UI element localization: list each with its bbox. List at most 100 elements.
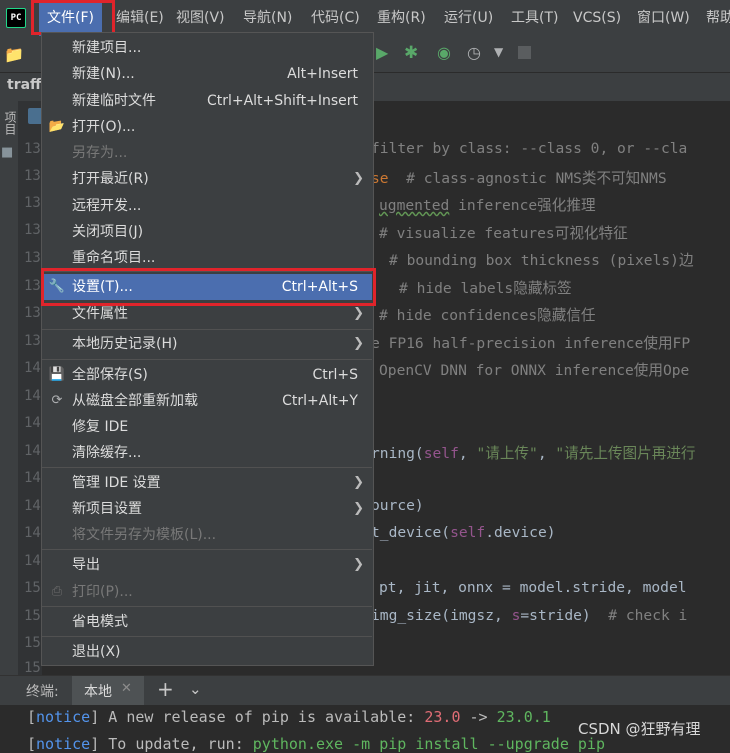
menu-item-label: 省电模式 bbox=[72, 614, 128, 630]
menu-item-reload-all[interactable]: ⟳ 从磁盘全部重新加载 Ctrl+Alt+Y bbox=[42, 388, 372, 414]
code-token: "请上传" bbox=[476, 445, 538, 462]
menu-vcs[interactable]: VCS(S) bbox=[573, 0, 621, 36]
menu-item-label: 退出(X) bbox=[72, 644, 121, 660]
open-folder-icon[interactable]: 📁 bbox=[4, 45, 24, 64]
menu-item-label: 文件属性 bbox=[72, 306, 128, 322]
menu-item-repair-ide[interactable]: 修复 IDE bbox=[42, 414, 372, 440]
code-line: # visualize features可视化特征 bbox=[379, 225, 628, 242]
menu-item-save-all[interactable]: 💾 全部保存(S) Ctrl+S bbox=[42, 362, 372, 388]
notice-tag: notice bbox=[36, 708, 91, 726]
terminal-tab-local[interactable]: 本地 ✕ bbox=[72, 676, 144, 706]
menu-item-label: 新项目设置 bbox=[72, 501, 142, 517]
upgrade-command: python.exe -m pip install --upgrade pip bbox=[252, 735, 605, 753]
pycharm-logo-icon: PC bbox=[6, 8, 26, 28]
menu-item-local-history[interactable]: 本地历史记录(H) ❯ bbox=[42, 331, 372, 357]
menu-item-label: 新建项目... bbox=[72, 40, 142, 56]
code-line: rning(self, "请上传", "请先上传图片再进行 bbox=[371, 442, 696, 463]
menu-separator bbox=[42, 329, 372, 330]
menu-item-new-project-setup[interactable]: 新项目设置 ❯ bbox=[42, 496, 372, 522]
menu-window[interactable]: 窗口(W) bbox=[637, 0, 690, 36]
line-number: 14 bbox=[24, 388, 41, 404]
menu-help[interactable]: 帮助 bbox=[706, 0, 730, 36]
menu-run[interactable]: 运行(U) bbox=[444, 0, 493, 36]
menu-navigate[interactable]: 导航(N) bbox=[243, 0, 292, 36]
menu-item-export[interactable]: 导出 ❯ bbox=[42, 552, 372, 578]
menu-item-shortcut: Alt+Insert bbox=[287, 66, 358, 82]
menu-item-power-save-mode[interactable]: 省电模式 bbox=[42, 609, 372, 635]
profile-icon[interactable]: ◷ bbox=[467, 43, 481, 62]
chevron-down-icon[interactable]: ⌄ bbox=[189, 680, 202, 698]
code-token: # check i bbox=[608, 607, 688, 624]
line-number: 14 bbox=[24, 443, 41, 459]
code-line: # hide labels隐藏标签 bbox=[399, 280, 572, 297]
code-token: ugmented bbox=[379, 197, 450, 214]
menu-refactor[interactable]: 重构(R) bbox=[377, 0, 426, 36]
coverage-icon[interactable]: ◉ bbox=[437, 43, 451, 62]
menu-item-file-properties[interactable]: 文件属性 ❯ bbox=[42, 301, 372, 327]
menu-item-open-recent[interactable]: 打开最近(R) ❯ bbox=[42, 166, 372, 192]
menu-item-label: 另存为... bbox=[72, 145, 128, 161]
line-number: 14 bbox=[24, 360, 41, 376]
folder-icon: ■ bbox=[1, 145, 14, 160]
menu-item-label: 导出 bbox=[72, 557, 100, 573]
code-line: pt, jit, onnx = model.stride, model bbox=[379, 579, 687, 596]
menu-item-label: 新建临时文件 bbox=[72, 93, 156, 109]
submenu-arrow-icon: ❯ bbox=[353, 336, 364, 351]
menu-item-manage-ide-settings[interactable]: 管理 IDE 设置 ❯ bbox=[42, 470, 372, 496]
line-number: 14 bbox=[24, 553, 41, 569]
submenu-arrow-icon: ❯ bbox=[353, 501, 364, 516]
submenu-arrow-icon: ❯ bbox=[353, 171, 364, 186]
run-icon[interactable]: ▶ bbox=[376, 43, 388, 62]
menu-item-invalidate-caches[interactable]: 清除缓存... bbox=[42, 440, 372, 466]
add-tab-icon[interactable]: + bbox=[157, 677, 174, 701]
menu-item-save-as-template: 将文件另存为模板(L)... bbox=[42, 522, 372, 548]
stop-icon bbox=[518, 46, 531, 59]
menu-item-label: 将文件另存为模板(L)... bbox=[72, 527, 217, 543]
code-token: self bbox=[450, 524, 486, 541]
code-token: , bbox=[458, 445, 477, 462]
close-icon[interactable]: ✕ bbox=[121, 681, 132, 696]
code-token: , bbox=[537, 445, 556, 462]
menu-item-close-project[interactable]: 关闭项目(J) bbox=[42, 219, 372, 245]
submenu-arrow-icon: ❯ bbox=[353, 475, 364, 490]
menu-separator bbox=[42, 359, 372, 360]
line-number: 13 bbox=[24, 168, 41, 184]
chevron-down-icon[interactable]: ▼ bbox=[494, 45, 503, 59]
menu-item-label: 新建(N)... bbox=[72, 66, 135, 82]
terminal-tab-label: 本地 bbox=[84, 684, 112, 700]
menu-item-exit[interactable]: 退出(X) bbox=[42, 639, 372, 665]
menu-edit[interactable]: 编辑(E) bbox=[116, 0, 164, 36]
line-number: 14 bbox=[24, 498, 41, 514]
code-token: img_size(imgsz, bbox=[371, 607, 512, 624]
menu-item-label: 打开最近(R) bbox=[72, 171, 149, 187]
menu-item-shortcut: Ctrl+Alt+Y bbox=[282, 393, 358, 409]
code-token: rning( bbox=[371, 445, 424, 462]
menu-view[interactable]: 视图(V) bbox=[176, 0, 225, 36]
menu-separator bbox=[42, 636, 372, 637]
menu-item-new-project[interactable]: 新建项目... bbox=[42, 35, 372, 61]
menu-tools[interactable]: 工具(T) bbox=[511, 0, 558, 36]
menu-item-new-scratch-file[interactable]: 新建临时文件 Ctrl+Alt+Shift+Insert bbox=[42, 88, 372, 114]
line-number: 14 bbox=[24, 415, 41, 431]
code-line: # bounding box thickness (pixels)边 bbox=[389, 252, 694, 269]
code-line: t_device(self.device) bbox=[371, 524, 556, 541]
menu-item-open[interactable]: 📂 打开(O)... bbox=[42, 114, 372, 140]
project-breadcrumb[interactable]: traff bbox=[7, 77, 41, 93]
code-token: # class-agnostic NMS类不可知NMS bbox=[388, 170, 667, 187]
watermark: CSDN @狂野有理 bbox=[578, 720, 701, 738]
menu-item-new[interactable]: 新建(N)... Alt+Insert bbox=[42, 61, 372, 87]
menu-code[interactable]: 代码(C) bbox=[311, 0, 360, 36]
debug-icon[interactable]: ✱ bbox=[404, 43, 418, 63]
menu-item-remote-development[interactable]: 远程开发... bbox=[42, 193, 372, 219]
terminal-header: 终端: 本地 ✕ + ⌄ bbox=[0, 675, 730, 706]
line-number: 13 bbox=[24, 222, 41, 238]
code-line: OpenCV DNN for ONNX inference使用Ope bbox=[379, 362, 690, 379]
line-number: 15 bbox=[24, 660, 41, 676]
line-number: 15 bbox=[24, 635, 41, 651]
save-icon: 💾 bbox=[48, 367, 66, 382]
submenu-arrow-icon: ❯ bbox=[353, 557, 364, 572]
new-version: 23.0.1 bbox=[496, 708, 551, 726]
menu-item-label: 远程开发... bbox=[72, 198, 142, 214]
project-tool-tab[interactable]: 项目 bbox=[2, 111, 17, 135]
code-line: ugmented inference强化推理 bbox=[379, 194, 596, 215]
